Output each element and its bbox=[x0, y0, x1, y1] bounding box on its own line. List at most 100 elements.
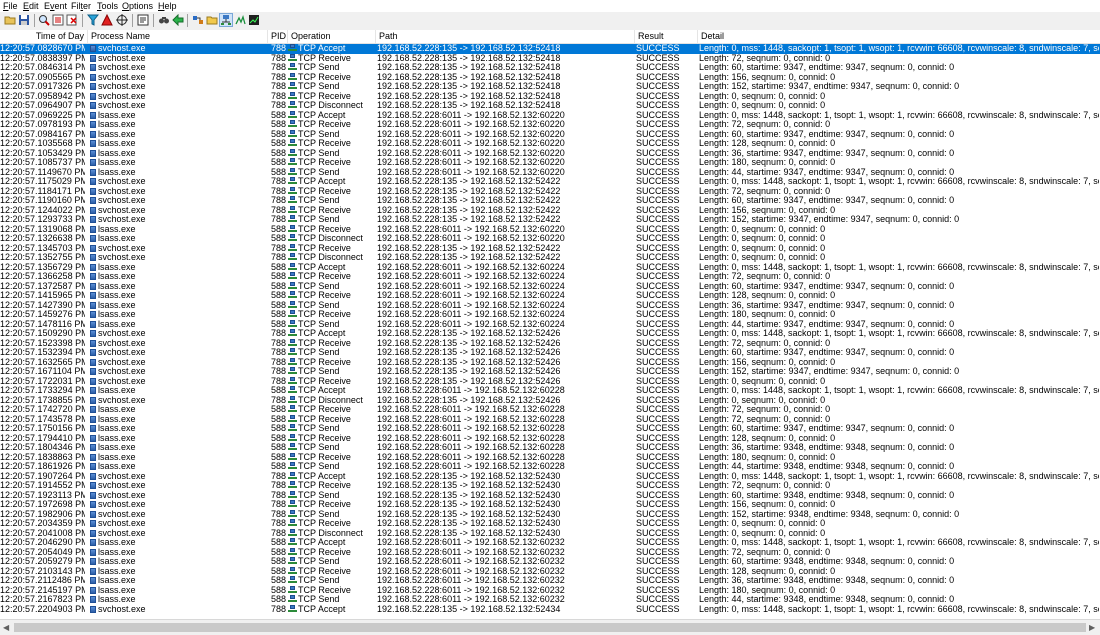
magnify-icon[interactable] bbox=[38, 14, 50, 26]
column-process-name[interactable]: Process Name bbox=[88, 30, 268, 43]
file-activity-icon[interactable] bbox=[206, 14, 218, 26]
table-row[interactable]: 12:20:57.1742720 PM lsass.exe 588 TCP Recei… bbox=[0, 405, 1100, 415]
find-icon[interactable] bbox=[158, 14, 170, 26]
table-row[interactable]: 12:20:57.1671104 PM svchost.exe 788 TCP Sen… bbox=[0, 367, 1100, 377]
table-row[interactable]: 12:20:57.1293733 PM svchost.exe 788 TCP Sen… bbox=[0, 215, 1100, 225]
table-row[interactable]: 12:20:57.1326638 PM lsass.exe 588 TCP Disco… bbox=[0, 234, 1100, 244]
table-row[interactable]: 12:20:57.1794410 PM lsass.exe 588 TCP Recei… bbox=[0, 433, 1100, 444]
column-pid[interactable]: PID bbox=[268, 30, 288, 43]
table-row[interactable]: 12:20:57.1190160 PM svchost.exe 788 TCP Sen… bbox=[0, 196, 1100, 206]
table-row[interactable]: 12:20:57.1632565 PM svchost.exe 788 TCP Rec… bbox=[0, 357, 1100, 368]
table-row[interactable]: 12:20:57.0958942 PM svchost.exe 788 TCP Rec… bbox=[0, 91, 1100, 102]
table-row[interactable]: 12:20:57.0905565 PM svchost.exe 788 TCP Rec… bbox=[0, 72, 1100, 83]
table-row[interactable]: 12:20:57.1914552 PM svchost.exe 788 TCP Rec… bbox=[0, 481, 1100, 491]
table-row[interactable]: 12:20:57.1982906 PM svchost.exe 788 TCP Sen… bbox=[0, 509, 1100, 520]
table-row[interactable]: 12:20:57.1053429 PM lsass.exe 588 TCP Send 1… bbox=[0, 148, 1100, 159]
table-row[interactable]: 12:20:57.1972698 PM svchost.exe 788 TCP Rec… bbox=[0, 500, 1100, 510]
table-row[interactable]: 12:20:57.0964907 PM svchost.exe 788 TCP Dis… bbox=[0, 101, 1100, 111]
table-row[interactable]: 12:20:57.1733294 PM lsass.exe 588 TCP Accep… bbox=[0, 386, 1100, 396]
scroll-thumb[interactable] bbox=[14, 623, 1086, 632]
table-row[interactable]: 12:20:57.1509290 PM svchost.exe 788 TCP Acc… bbox=[0, 329, 1100, 339]
jump-icon[interactable] bbox=[137, 14, 149, 26]
network-icon bbox=[288, 186, 297, 195]
table-row[interactable]: 12:20:57.1366258 PM lsass.exe 588 TCP Recei… bbox=[0, 272, 1100, 282]
menu-help[interactable]: Help bbox=[158, 1, 177, 11]
table-row[interactable]: 12:20:57.2034359 PM svchost.exe 788 TCP Rec… bbox=[0, 519, 1100, 529]
table-row[interactable]: 12:20:57.1459276 PM lsass.exe 588 TCP Recei… bbox=[0, 310, 1100, 320]
menu-file[interactable]: File bbox=[3, 1, 18, 11]
table-row[interactable]: 12:20:57.1743578 PM lsass.exe 588 TCP Recei… bbox=[0, 414, 1100, 425]
table-row[interactable]: 12:20:57.2112486 PM lsass.exe 588 TCP Send 1… bbox=[0, 576, 1100, 586]
table-row[interactable]: 12:20:57.1356729 PM lsass.exe 588 TCP Accep… bbox=[0, 262, 1100, 273]
table-row[interactable]: 12:20:57.1175029 PM svchost.exe 788 TCP Acc… bbox=[0, 177, 1100, 187]
column-time-of-day[interactable]: Time of Day bbox=[0, 30, 88, 43]
table-row[interactable]: 12:20:57.2145197 PM lsass.exe 588 TCP Recei… bbox=[0, 585, 1100, 596]
open-icon[interactable] bbox=[4, 14, 16, 26]
table-row[interactable]: 12:20:57.0838397 PM svchost.exe 788 TCP Rec… bbox=[0, 53, 1100, 64]
highlight-icon[interactable] bbox=[101, 13, 113, 26]
column-detail[interactable]: Detail bbox=[698, 30, 1100, 43]
column-path[interactable]: Path bbox=[376, 30, 635, 43]
table-row[interactable]: 12:20:57.1861926 PM lsass.exe 588 TCP Send 1… bbox=[0, 462, 1100, 472]
table-row[interactable]: 12:20:57.1149670 PM lsass.exe 588 TCP Send 1… bbox=[0, 167, 1100, 178]
menu-event[interactable]: Event bbox=[44, 1, 67, 11]
table-row[interactable]: 12:20:57.2103143 PM lsass.exe 588 TCP Recei… bbox=[0, 566, 1100, 577]
menu-edit[interactable]: Edit bbox=[23, 1, 39, 11]
clear-icon[interactable] bbox=[66, 14, 78, 26]
table-row[interactable]: 12:20:57.0984167 PM lsass.exe 588 TCP Send 1… bbox=[0, 129, 1100, 140]
save-icon[interactable] bbox=[18, 14, 30, 26]
table-row[interactable]: 12:20:57.1907264 PM svchost.exe 788 TCP Acc… bbox=[0, 471, 1100, 482]
table-row[interactable]: 12:20:57.1085737 PM lsass.exe 588 TCP Recei… bbox=[0, 158, 1100, 168]
table-row[interactable]: 12:20:57.1352755 PM svchost.exe 788 TCP Dis… bbox=[0, 253, 1100, 263]
process-activity-icon[interactable] bbox=[234, 14, 246, 26]
table-row[interactable]: 12:20:57.2059279 PM lsass.exe 588 TCP Send 1… bbox=[0, 557, 1100, 567]
process-icon bbox=[90, 301, 96, 309]
table-row[interactable]: 12:20:57.1738855 PM svchost.exe 788 TCP Dis… bbox=[0, 395, 1100, 406]
table-row[interactable]: 12:20:57.1345703 PM svchost.exe 788 TCP Rec… bbox=[0, 243, 1100, 254]
table-row[interactable]: 12:20:57.1923113 PM svchost.exe 788 TCP Sen… bbox=[0, 490, 1100, 501]
table-row[interactable]: 12:20:57.1838863 PM lsass.exe 588 TCP Recei… bbox=[0, 452, 1100, 463]
filter-icon[interactable] bbox=[86, 14, 100, 26]
table-row[interactable]: 12:20:57.2167823 PM lsass.exe 588 TCP Send 1… bbox=[0, 595, 1100, 605]
menu-options[interactable]: Options bbox=[122, 1, 153, 11]
table-row[interactable]: 12:20:57.1415965 PM lsass.exe 588 TCP Recei… bbox=[0, 291, 1100, 301]
table-row[interactable]: 12:20:57.1319068 PM lsass.exe 588 TCP Recei… bbox=[0, 224, 1100, 235]
autoscroll-icon[interactable] bbox=[52, 14, 64, 26]
table-row[interactable]: 12:20:57.0917326 PM svchost.exe 788 TCP Sen… bbox=[0, 82, 1100, 92]
table-row[interactable]: 12:20:57.1750156 PM lsass.exe 588 TCP Send 1… bbox=[0, 424, 1100, 434]
table-row[interactable]: 12:20:57.2204903 PM svchost.exe 788 TCP Acc… bbox=[0, 604, 1100, 615]
table-row[interactable]: 12:20:57.1804346 PM lsass.exe 588 TCP Send 1… bbox=[0, 443, 1100, 453]
profiling-icon[interactable] bbox=[248, 14, 260, 26]
column-operation[interactable]: Operation bbox=[288, 30, 376, 43]
table-row[interactable]: 12:20:57.1532394 PM svchost.exe 788 TCP Sen… bbox=[0, 348, 1100, 358]
registry-activity-icon[interactable] bbox=[192, 14, 204, 26]
process-name-cell: svchost.exe bbox=[90, 54, 268, 64]
table-row[interactable]: 12:20:57.2041008 PM svchost.exe 788 TCP Dis… bbox=[0, 528, 1100, 539]
jump-to-icon[interactable] bbox=[172, 13, 184, 27]
table-row[interactable]: 12:20:57.0978193 PM lsass.exe 588 TCP Recei… bbox=[0, 120, 1100, 130]
operation-cell: TCP Send bbox=[288, 509, 374, 520]
table-row[interactable]: 12:20:57.1427390 PM lsass.exe 588 TCP Send 1… bbox=[0, 300, 1100, 311]
table-row[interactable]: 12:20:57.0969225 PM lsass.exe 588 TCP Accep… bbox=[0, 110, 1100, 121]
operation-cell: TCP Disconnect bbox=[288, 395, 374, 406]
table-row[interactable]: 12:20:57.0828670 PM svchost.exe 788 TCP Acc… bbox=[0, 44, 1100, 54]
table-row[interactable]: 12:20:57.2046290 PM lsass.exe 588 TCP Accep… bbox=[0, 538, 1100, 548]
column-result[interactable]: Result bbox=[635, 30, 698, 43]
target-icon[interactable] bbox=[116, 14, 128, 26]
process-icon bbox=[90, 140, 96, 147]
table-row[interactable]: 12:20:57.1372587 PM lsass.exe 588 TCP Send 1… bbox=[0, 281, 1100, 292]
scroll-right-icon[interactable]: ▶ bbox=[1089, 624, 1095, 632]
menu-filter[interactable]: Filter bbox=[71, 1, 91, 11]
table-row[interactable]: 12:20:57.0846314 PM svchost.exe 788 TCP Sen… bbox=[0, 63, 1100, 73]
table-row[interactable]: 12:20:57.1244022 PM svchost.exe 788 TCP Rec… bbox=[0, 205, 1100, 216]
table-row[interactable]: 12:20:57.1035568 PM lsass.exe 588 TCP Recei… bbox=[0, 139, 1100, 149]
table-row[interactable]: 12:20:57.2054049 PM lsass.exe 588 TCP Recei… bbox=[0, 547, 1100, 558]
table-row[interactable]: 12:20:57.1478116 PM lsass.exe 588 TCP Send 1… bbox=[0, 319, 1100, 330]
menu-tools[interactable]: Tools bbox=[97, 1, 118, 11]
network-activity-icon[interactable] bbox=[219, 13, 233, 27]
horizontal-scrollbar[interactable]: ◀ ▶ bbox=[0, 619, 1100, 635]
table-row[interactable]: 12:20:57.1722031 PM svchost.exe 788 TCP Rec… bbox=[0, 376, 1100, 387]
table-row[interactable]: 12:20:57.1523398 PM svchost.exe 788 TCP Rec… bbox=[0, 338, 1100, 349]
scroll-left-icon[interactable]: ◀ bbox=[3, 624, 9, 632]
table-row[interactable]: 12:20:57.1184171 PM svchost.exe 788 TCP Rec… bbox=[0, 186, 1100, 197]
